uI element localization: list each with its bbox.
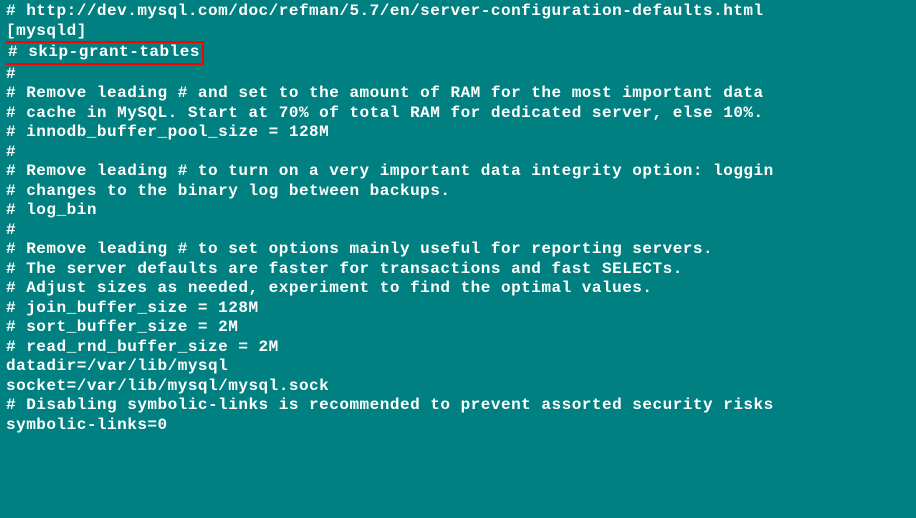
config-line[interactable]: # Adjust sizes as needed, experiment to … (6, 279, 910, 299)
config-line[interactable]: socket=/var/lib/mysql/mysql.sock (6, 377, 910, 397)
config-line[interactable]: # cache in MySQL. Start at 70% of total … (6, 104, 910, 124)
config-line[interactable]: # Remove leading # to set options mainly… (6, 240, 910, 260)
config-line[interactable]: [mysqld] (6, 22, 910, 42)
config-line[interactable]: # Disabling symbolic-links is recommende… (6, 396, 910, 416)
config-line[interactable]: # Remove leading # to turn on a very imp… (6, 162, 910, 182)
config-line[interactable]: # sort_buffer_size = 2M (6, 318, 910, 338)
config-line[interactable]: # Remove leading # and set to the amount… (6, 84, 910, 104)
config-line-highlighted[interactable]: # skip-grant-tables (6, 41, 910, 65)
config-line[interactable]: # (6, 65, 910, 85)
config-line[interactable]: # innodb_buffer_pool_size = 128M (6, 123, 910, 143)
config-line[interactable]: # (6, 221, 910, 241)
highlight-box: # skip-grant-tables (6, 41, 204, 65)
config-line[interactable]: # log_bin (6, 201, 910, 221)
config-line[interactable]: symbolic-links=0 (6, 416, 910, 436)
config-line[interactable]: # read_rnd_buffer_size = 2M (6, 338, 910, 358)
config-line[interactable]: # changes to the binary log between back… (6, 182, 910, 202)
config-line[interactable]: # http://dev.mysql.com/doc/refman/5.7/en… (6, 2, 910, 22)
config-line[interactable]: # join_buffer_size = 128M (6, 299, 910, 319)
config-line[interactable]: # (6, 143, 910, 163)
config-line[interactable]: # The server defaults are faster for tra… (6, 260, 910, 280)
config-line[interactable]: datadir=/var/lib/mysql (6, 357, 910, 377)
